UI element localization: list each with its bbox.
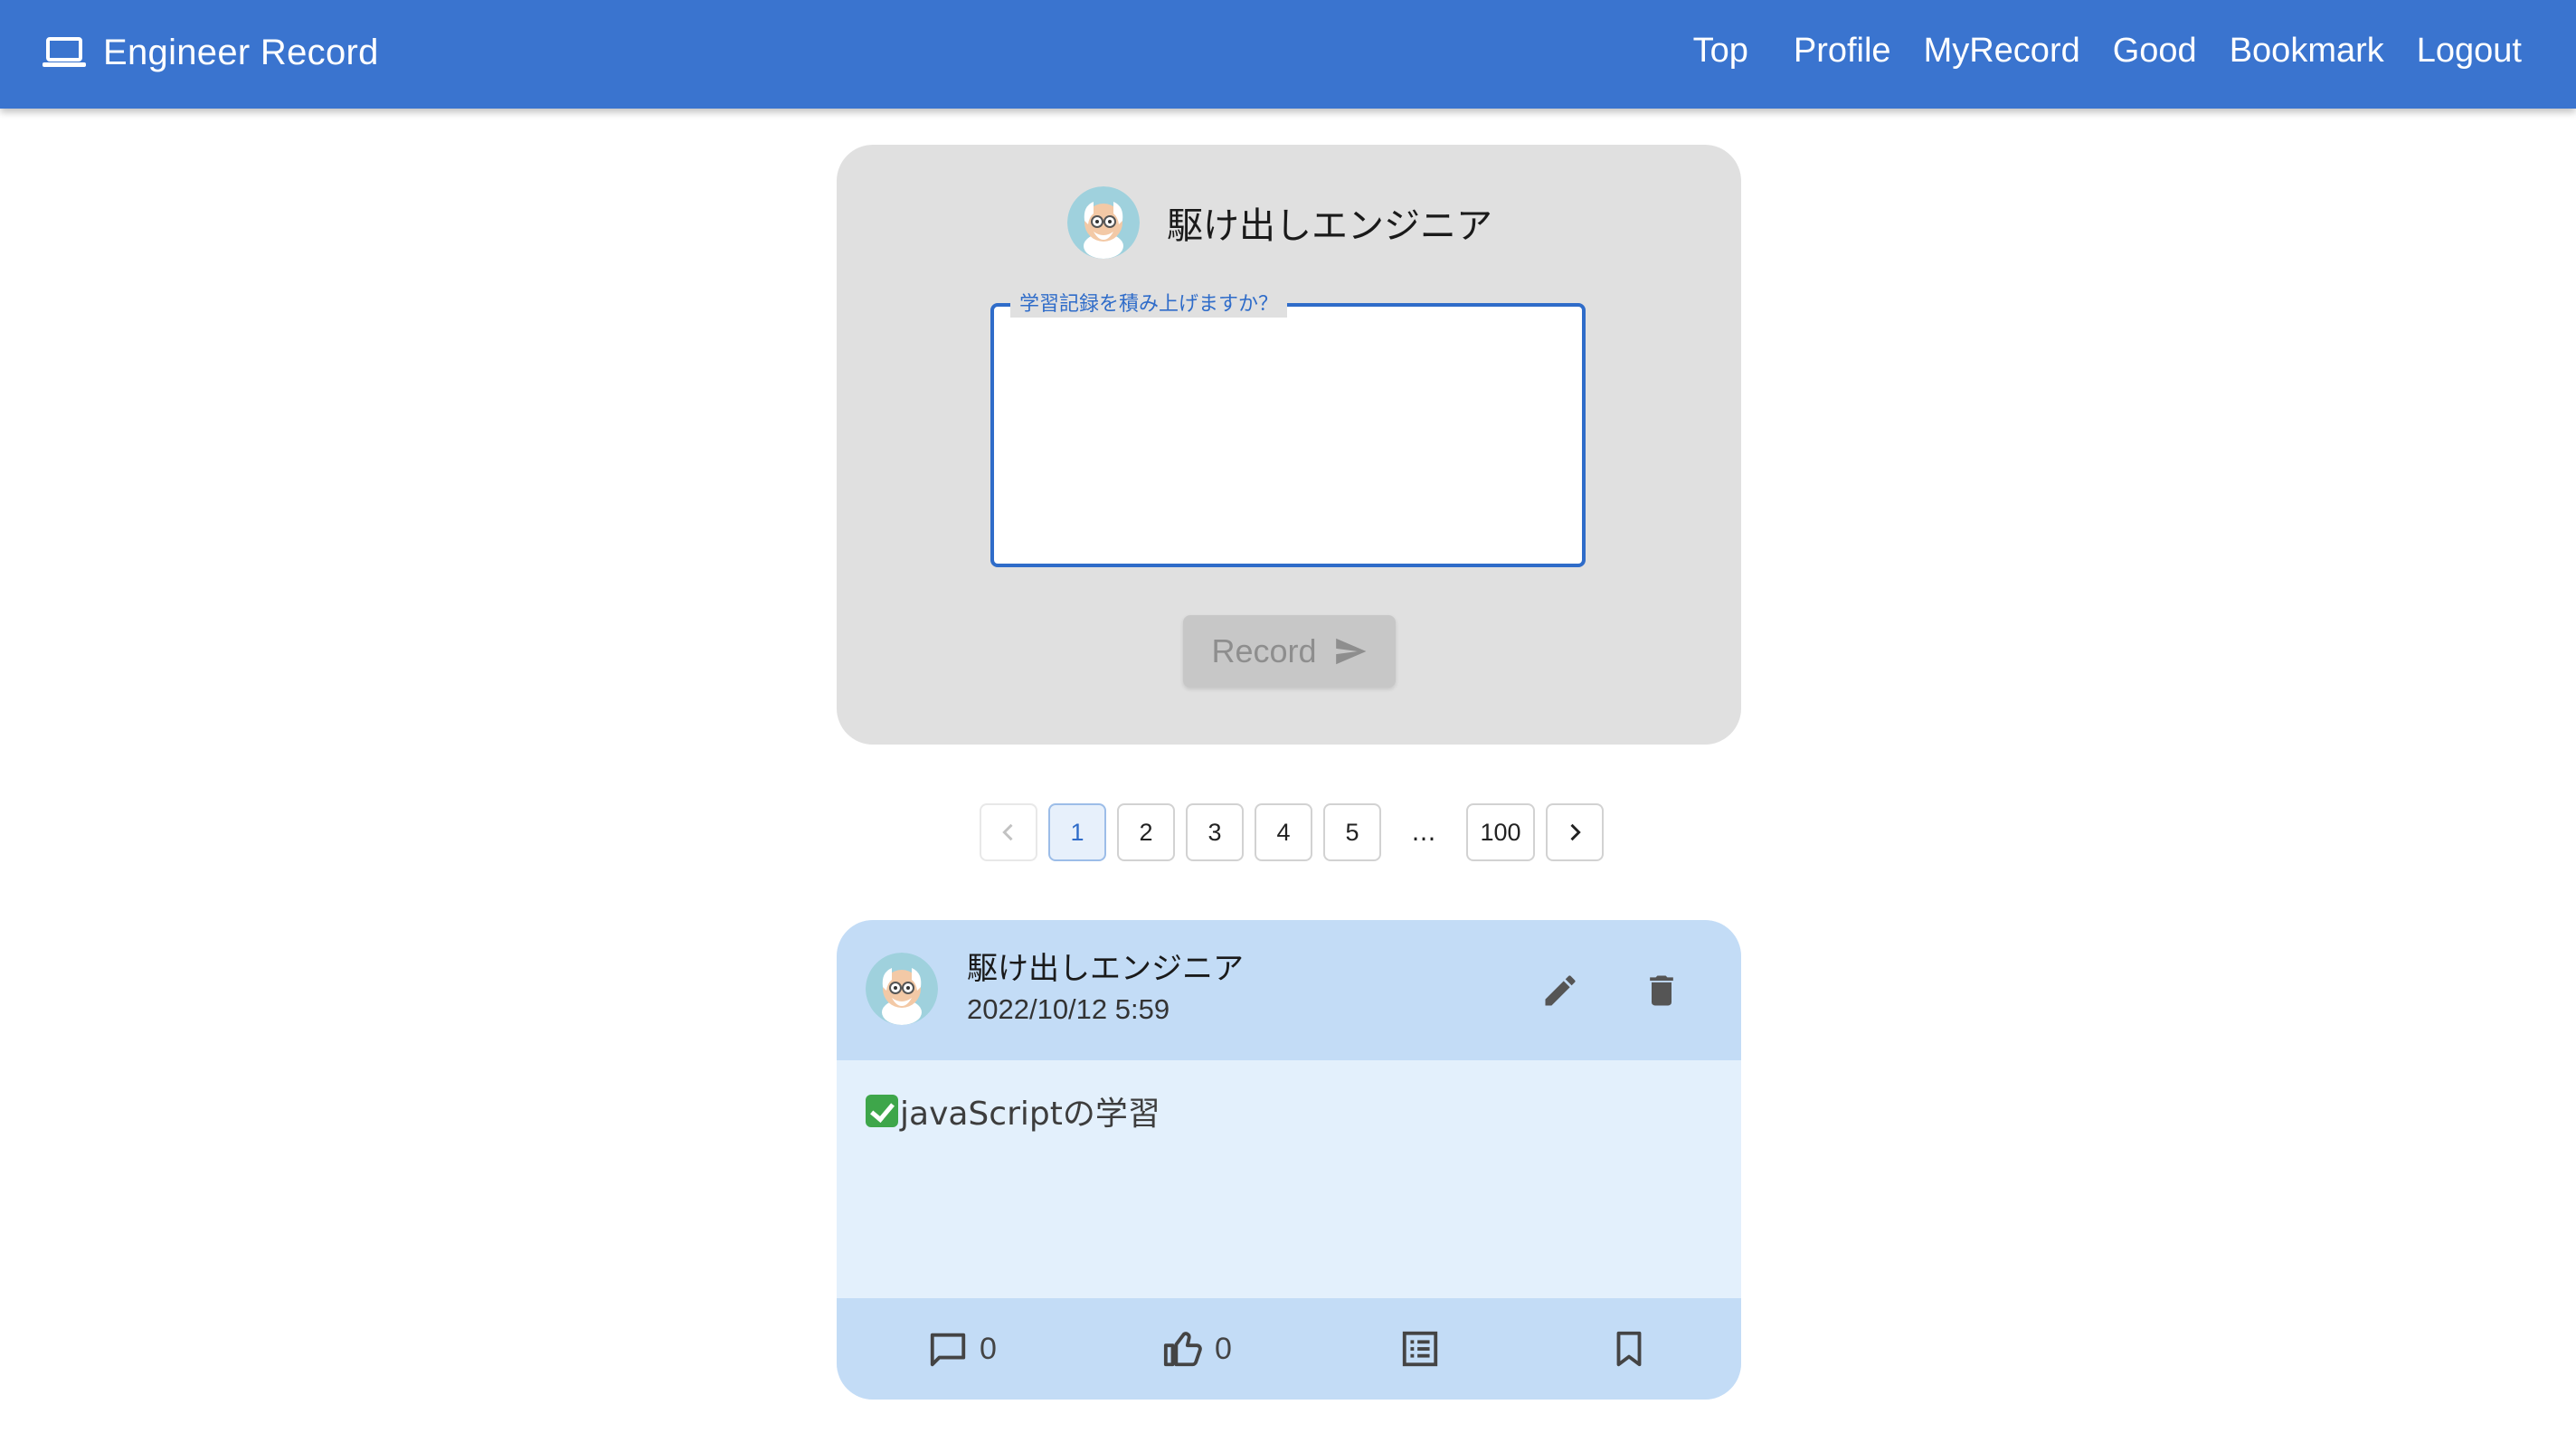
top-nav: Top Profile MyRecord Good Bookmark Logou… <box>1661 22 2522 80</box>
nav-bookmark[interactable]: Bookmark <box>2230 32 2384 71</box>
page-ellipsis: … <box>1411 818 1436 847</box>
check-mark-icon <box>866 1095 898 1127</box>
page-button-3[interactable]: 3 <box>1186 803 1244 861</box>
next-page-button[interactable] <box>1546 803 1604 861</box>
chevron-right-icon <box>1570 823 1581 841</box>
nav-myrecord[interactable]: MyRecord <box>1924 32 2080 71</box>
compose-card: 駆け出しエンジニア 学習記録を積み上げますか？ Record <box>837 145 1741 745</box>
nav-logout[interactable]: Logout <box>2417 32 2522 71</box>
thumb-up-icon <box>1163 1332 1202 1367</box>
bookmark-icon <box>1616 1331 1642 1367</box>
post-footer: 0 0 <box>837 1298 1741 1400</box>
comment-count: 0 <box>980 1331 997 1366</box>
comment-button[interactable]: 0 <box>927 1324 997 1374</box>
record-button[interactable]: Record <box>1183 615 1396 688</box>
prev-page-button[interactable] <box>980 803 1037 861</box>
comment-icon <box>930 1333 966 1367</box>
nav-top[interactable]: Top <box>1693 32 1748 71</box>
pagination: 1 2 3 4 5 … 100 <box>980 803 1604 861</box>
brand[interactable]: Engineer Record <box>42 25 379 80</box>
avatar[interactable] <box>1067 186 1140 259</box>
detail-button[interactable] <box>1399 1324 1441 1374</box>
post-body: javaScriptの学習 <box>866 1087 1160 1134</box>
page-button-5[interactable]: 5 <box>1323 803 1381 861</box>
nav-good[interactable]: Good <box>2113 32 2197 71</box>
good-button[interactable]: 0 <box>1162 1324 1232 1374</box>
list-icon <box>1402 1331 1438 1367</box>
good-count: 0 <box>1215 1331 1232 1366</box>
record-textarea-label: 学習記録を積み上げますか？ <box>1010 292 1288 318</box>
nav-profile[interactable]: Profile <box>1794 32 1891 71</box>
bookmark-button[interactable] <box>1608 1324 1650 1374</box>
post-author: 駆け出しエンジニア <box>967 951 1244 987</box>
post-header: 駆け出しエンジニア 2022/10/12 5:59 <box>837 920 1741 1060</box>
page-button-1[interactable]: 1 <box>1048 803 1106 861</box>
app-bar: Engineer Record Top Profile MyRecord Goo… <box>0 0 2576 109</box>
delete-button[interactable] <box>1634 963 1689 1018</box>
edit-button[interactable] <box>1533 963 1587 1018</box>
send-icon <box>1335 638 1366 665</box>
record-textarea[interactable]: 学習記録を積み上げますか？ <box>990 292 1586 567</box>
compose-user-name: 駆け出しエンジニア <box>1167 205 1492 247</box>
compose-user: 駆け出しエンジニア <box>1067 186 1492 259</box>
record-button-label: Record <box>1211 632 1317 669</box>
post-avatar[interactable] <box>866 953 938 1025</box>
page-button-4[interactable]: 4 <box>1255 803 1312 861</box>
post-date: 2022/10/12 5:59 <box>967 993 1170 1025</box>
engineer-avatar-icon <box>866 953 938 1025</box>
record-post-card: 駆け出しエンジニア 2022/10/12 5:59 javaScriptの学習 … <box>837 920 1741 1400</box>
trash-icon <box>1650 975 1673 1006</box>
engineer-avatar-icon <box>1067 186 1140 259</box>
post-meta: 駆け出しエンジニア 2022/10/12 5:59 <box>967 949 1244 1030</box>
app-title: Engineer Record <box>103 32 379 72</box>
pencil-icon <box>1545 975 1576 1006</box>
post-body-text: javaScriptの学習 <box>900 1096 1160 1133</box>
chevron-left-icon <box>1002 823 1013 841</box>
page-button-2[interactable]: 2 <box>1117 803 1175 861</box>
page-button-last[interactable]: 100 <box>1466 803 1535 861</box>
laptop-icon <box>43 37 86 67</box>
